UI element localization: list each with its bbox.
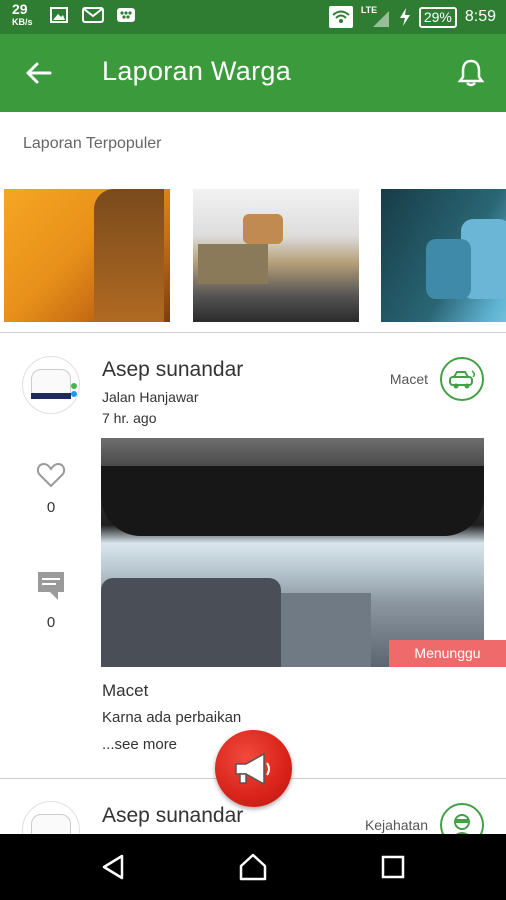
signal-icon: LTE — [361, 5, 391, 29]
see-more-link[interactable]: ...see more — [102, 736, 177, 753]
popular-thumbnail[interactable] — [4, 189, 170, 322]
traffic-jam-icon — [440, 357, 484, 401]
popular-reports-label: Laporan Terpopuler — [23, 135, 162, 152]
app-bar: Laporan Warga — [0, 34, 506, 112]
bbm-notification-icon — [117, 8, 135, 22]
status-right: LTE 29% 8:59 — [328, 0, 496, 34]
megaphone-icon — [234, 752, 270, 785]
status-bar: 29 KB/s LTE 29% 8:59 — [0, 0, 506, 34]
report-title: Macet — [102, 681, 149, 700]
popular-thumbnail[interactable] — [381, 189, 506, 322]
category-label: Kejahatan — [364, 817, 428, 833]
comment-icon[interactable] — [36, 570, 66, 602]
status-badge: Menunggu — [389, 640, 506, 667]
avatar[interactable] — [22, 356, 80, 414]
nav-recents-icon[interactable] — [378, 852, 408, 882]
image-notification-icon — [50, 7, 68, 23]
bell-icon[interactable] — [454, 56, 488, 90]
battery-indicator: 29% — [418, 6, 457, 28]
report-photo[interactable] — [101, 438, 484, 667]
new-report-button[interactable] — [215, 730, 292, 807]
nav-back-icon[interactable] — [98, 852, 128, 882]
popular-thumbnails — [0, 189, 506, 323]
nav-home-icon[interactable] — [238, 852, 268, 882]
mail-notification-icon — [82, 7, 104, 23]
report-time: 7 hr. ago — [102, 410, 157, 426]
report-location: Jalan Hanjawar — [102, 389, 199, 405]
category-label: Macet — [389, 371, 428, 387]
user-name[interactable]: Asep sunandar — [102, 804, 243, 828]
user-name[interactable]: Asep sunandar — [102, 358, 243, 382]
comment-count: 0 — [46, 614, 56, 631]
divider — [0, 332, 506, 333]
arrow-back-icon[interactable] — [22, 56, 56, 90]
like-count: 0 — [46, 499, 56, 516]
charging-icon — [399, 8, 410, 26]
heart-icon[interactable] — [36, 460, 66, 490]
page-title: Laporan Warga — [102, 56, 292, 86]
report-description: Karna ada perbaikan — [102, 709, 242, 726]
system-nav-bar — [0, 834, 506, 900]
network-speed: 29 KB/s — [12, 1, 33, 27]
popular-thumbnail[interactable] — [193, 189, 359, 322]
clock: 8:59 — [464, 8, 496, 25]
wifi-icon — [328, 6, 353, 28]
